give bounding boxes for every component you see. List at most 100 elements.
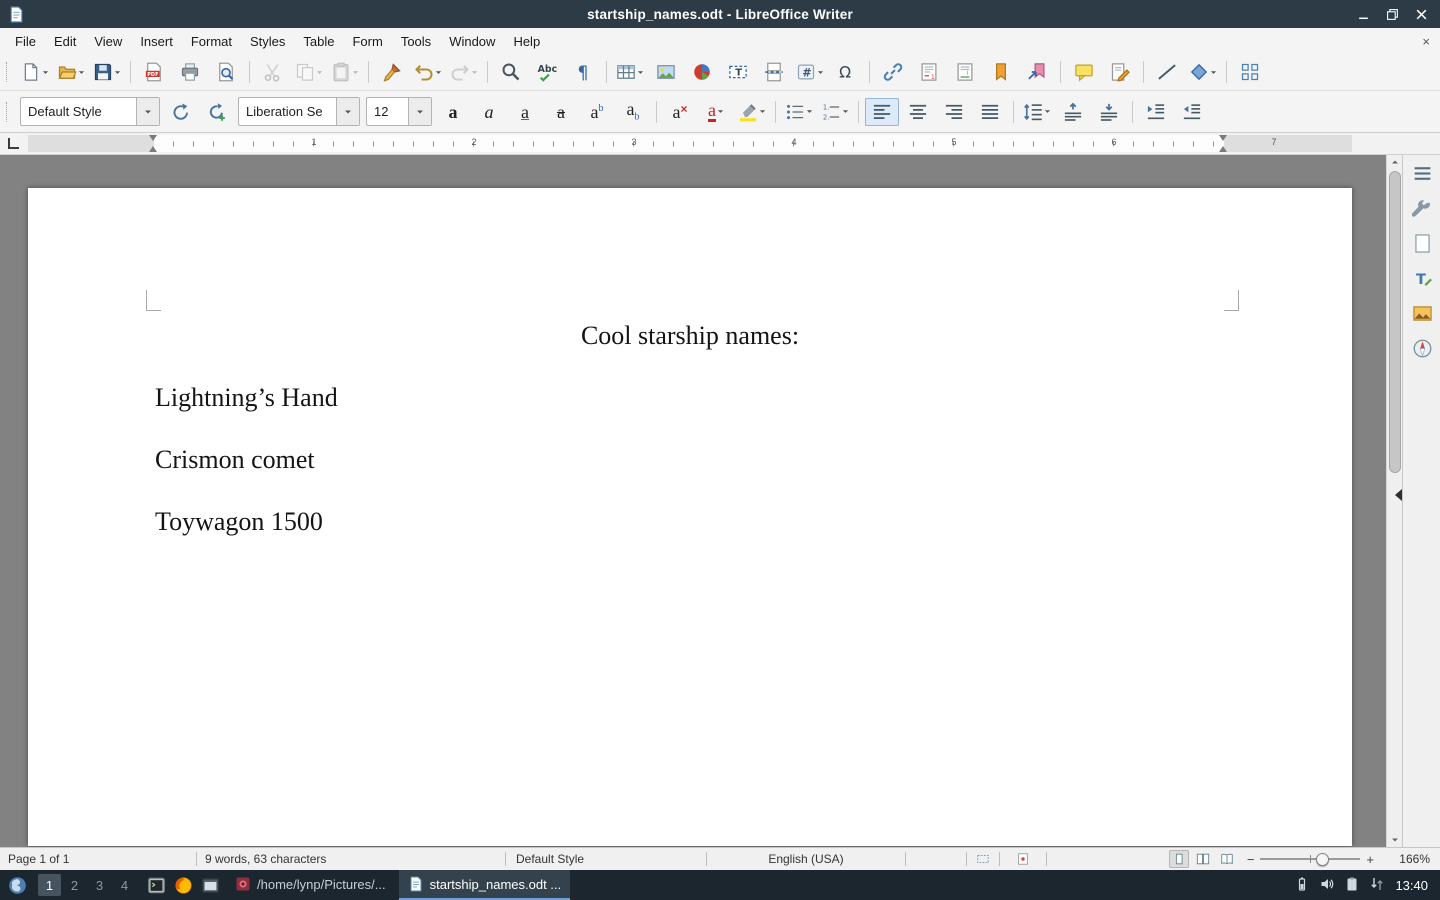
document-area[interactable]: Cool starship names: Lightning’s HandCri… [0,155,1440,847]
insert-table-button[interactable] [613,58,647,86]
insert-hyperlink-button[interactable] [876,58,910,86]
paragraph[interactable]: Lightning’s Hand [155,380,1225,416]
insert-endnote-button[interactable]: i [948,58,982,86]
file-manager-launcher[interactable] [197,872,224,898]
sidebar-tab-sidebar-settings[interactable] [1407,158,1437,188]
open-button[interactable] [54,58,88,86]
menu-insert[interactable]: Insert [131,30,182,53]
close-document-icon[interactable]: × [1422,35,1430,48]
insert-text-box-button[interactable]: T [721,58,755,86]
insert-field-button[interactable]: # [793,58,827,86]
menu-file[interactable]: File [6,30,45,53]
menu-tools[interactable]: Tools [392,30,440,53]
line-spacing-button[interactable] [1020,98,1054,126]
right-indent-marker[interactable] [1219,135,1228,152]
underline-button[interactable]: a [508,98,542,126]
paragraph-style-dropdown-button[interactable] [136,98,159,125]
undo-dropdown-arrow[interactable] [435,69,442,76]
bold-button[interactable]: a [436,98,470,126]
menu-view[interactable]: View [85,30,131,53]
spelling-button[interactable]: Abc [530,58,564,86]
insert-table-dropdown-arrow[interactable] [637,69,644,76]
language-indicator[interactable]: English (USA) [707,852,905,866]
sidebar-tab-properties[interactable] [1407,193,1437,223]
insert-page-break-button[interactable] [757,58,791,86]
menu-help[interactable]: Help [504,30,549,53]
workspace-2[interactable]: 2 [63,874,86,896]
title-bar[interactable]: startship_names.odt - LibreOffice Writer [0,0,1440,28]
find-and-replace-button[interactable] [494,58,528,86]
window-button[interactable]: startship_names.odt ... [399,870,571,900]
clone-formatting-button[interactable] [375,58,409,86]
undo-button[interactable] [411,58,445,86]
decrease-indent-button[interactable] [1175,98,1209,126]
unordered-list-dropdown-arrow[interactable] [806,108,813,115]
redo-dropdown-arrow[interactable] [471,69,478,76]
insert-footnote-button[interactable]: 1 [912,58,946,86]
ordered-list-button[interactable]: 1.2. [818,98,852,126]
zoom-in-icon[interactable]: + [1366,853,1374,866]
track-changes-button[interactable] [1103,58,1137,86]
menu-styles[interactable]: Styles [241,30,294,53]
workspace-3[interactable]: 3 [88,874,111,896]
firefox-launcher[interactable] [170,872,197,898]
document-page[interactable]: Cool starship names: Lightning’s HandCri… [28,188,1352,846]
insert-comment-button[interactable] [1067,58,1101,86]
font-size-dropdown-button[interactable] [408,98,431,125]
left-indent-marker[interactable] [149,135,158,152]
print-preview-button[interactable] [209,58,243,86]
sidebar-tab-styles[interactable]: T [1407,263,1437,293]
restore-button[interactable] [1386,8,1399,21]
new-document-button[interactable] [18,58,52,86]
show-draw-functions-button[interactable] [1233,58,1267,86]
align-right-button[interactable] [937,98,971,126]
subscript-button[interactable]: ab [616,98,650,126]
scroll-up-button[interactable] [1387,155,1403,169]
increase-paragraph-spacing-button[interactable] [1056,98,1090,126]
single-page-view-button[interactable] [1169,850,1189,868]
font-color-dropdown-arrow[interactable] [717,108,724,115]
open-dropdown-arrow[interactable] [78,69,85,76]
new-document-dropdown-arrow[interactable] [42,69,49,76]
scrollbar-thumb[interactable] [1389,171,1401,473]
copy-button[interactable] [292,58,326,86]
font-name-combo[interactable]: Liberation Se [238,97,360,126]
zoom-thumb[interactable] [1316,853,1329,866]
horizontal-ruler[interactable]: 1234567 [28,135,1352,152]
battery-tray-button[interactable] [1294,876,1310,895]
font-color-button[interactable]: a [699,98,733,126]
workspace-4[interactable]: 4 [113,874,136,896]
save-dropdown-arrow[interactable] [114,69,121,76]
insert-chart-button[interactable] [685,58,719,86]
basic-shapes-dropdown-arrow[interactable] [1210,69,1217,76]
document-modified-indicator[interactable] [1000,852,1046,866]
menu-format[interactable]: Format [182,30,241,53]
font-name-dropdown-button[interactable] [336,98,359,125]
zoom-track[interactable] [1260,858,1360,860]
highlight-color-button[interactable] [735,98,769,126]
formatting-marks-button[interactable]: ¶ [566,58,600,86]
zoom-out-icon[interactable]: − [1247,853,1255,866]
paste-button[interactable] [328,58,362,86]
applications-menu-button[interactable] [4,872,31,898]
cut-button[interactable] [256,58,290,86]
book-view-button[interactable] [1217,850,1237,868]
new-style-button[interactable] [200,98,234,126]
align-left-button[interactable] [865,98,899,126]
menu-edit[interactable]: Edit [45,30,85,53]
volume-tray-button[interactable] [1319,876,1335,895]
unordered-list-button[interactable] [782,98,816,126]
zoom-slider[interactable]: − + [1247,853,1374,866]
decrease-paragraph-spacing-button[interactable] [1092,98,1126,126]
superscript-button[interactable]: ab [580,98,614,126]
menu-window[interactable]: Window [440,30,504,53]
paragraph-style-combo[interactable]: Default Style [20,97,160,126]
clock[interactable]: 13:40 [1395,878,1428,893]
hide-sidebar-arrow[interactable] [1395,489,1402,501]
page-number-indicator[interactable]: Page 1 of 1 [0,852,196,866]
print-button[interactable] [173,58,207,86]
terminal-launcher[interactable] [143,872,170,898]
insert-image-button[interactable] [649,58,683,86]
increase-indent-button[interactable] [1139,98,1173,126]
export-pdf-button[interactable]: PDF [137,58,171,86]
